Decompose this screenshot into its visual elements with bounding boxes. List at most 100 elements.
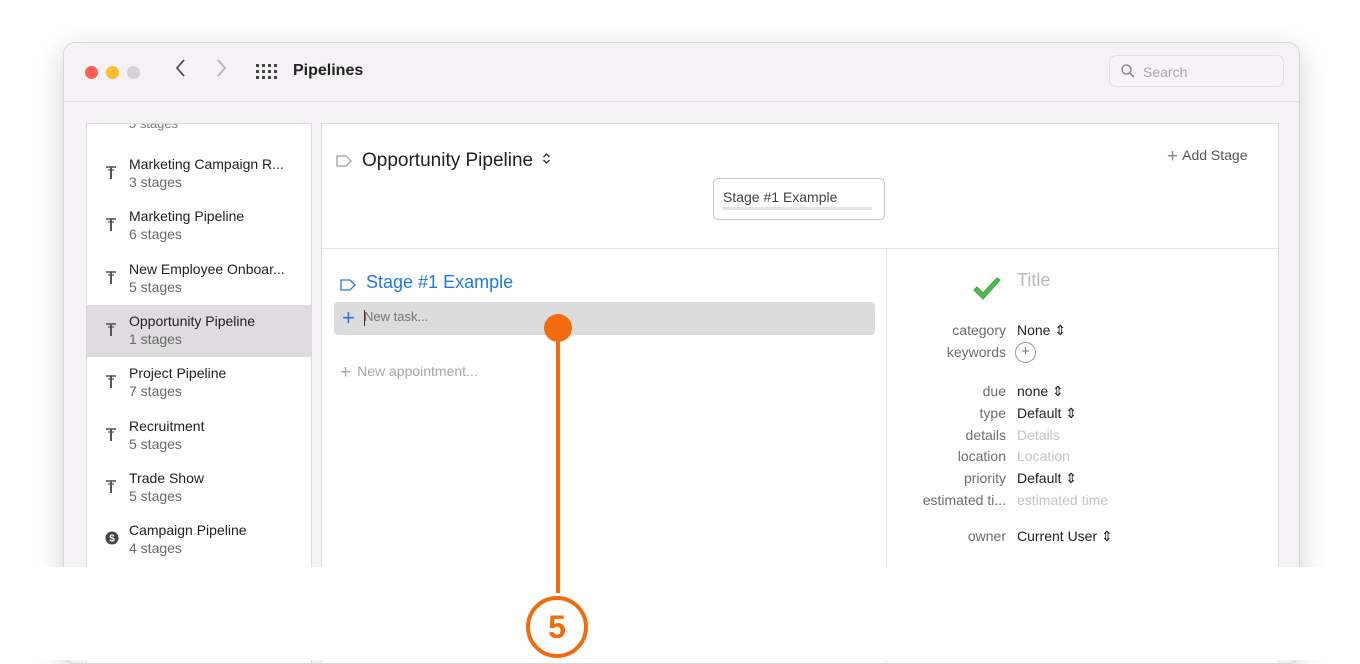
sidebar-item-stages: 3 stages — [129, 174, 182, 190]
close-window-button[interactable] — [85, 66, 98, 79]
sidebar-item-stages: 4 stages — [129, 540, 182, 557]
search-field[interactable]: Search — [1109, 55, 1284, 87]
callout-line — [556, 328, 560, 593]
sidebar-item-name: New Employee Onboar... — [129, 260, 285, 277]
category-select[interactable]: None ⇕ — [1017, 322, 1066, 339]
category-label: category — [952, 322, 1006, 338]
priority-label: priority — [963, 470, 1006, 486]
pipeline-title[interactable]: Opportunity Pipeline — [362, 150, 533, 172]
sidebar-item-name: Opportunity Pipeline — [129, 312, 256, 329]
screenshot-fade — [0, 567, 1360, 660]
sidebar-item-stages: 7 stages — [129, 383, 182, 400]
sidebar-item-name: Campaign Pipeline — [129, 522, 247, 539]
new-task-row[interactable]: + — [334, 302, 875, 335]
stage-title[interactable]: Stage #1 Example — [366, 272, 513, 293]
app-grid-icon[interactable] — [256, 64, 278, 80]
text-caret — [364, 310, 365, 326]
due-select[interactable]: none ⇕ — [1017, 383, 1064, 400]
sidebar-item-stages: 5 stages — [129, 278, 182, 295]
sidebar-item[interactable]: Marketing Campaign R... 3 stages — [87, 148, 311, 200]
due-value: none — [1017, 383, 1049, 399]
chevron-right-icon — [217, 59, 227, 77]
sidebar-item-stages: 1 stages — [129, 330, 182, 347]
updown-chevron-icon: ⇕ — [1052, 383, 1064, 399]
forward-button[interactable] — [214, 57, 228, 86]
tag-icon — [336, 155, 352, 167]
plus-icon: + — [340, 362, 352, 383]
category-value: None — [1017, 322, 1051, 338]
details-label: details — [965, 427, 1006, 443]
keywords-label: keywords — [946, 344, 1006, 360]
add-stage-label: Add Stage — [1182, 147, 1248, 163]
sidebar-item[interactable]: Opportunity Pipeline 1 stages — [87, 304, 311, 357]
callout-dot — [544, 314, 572, 342]
updown-chevron-icon: ⇕ — [1101, 528, 1113, 544]
estimated-time-label: estimated ti... — [922, 492, 1006, 508]
stage-chip[interactable]: Stage #1 Example — [713, 178, 885, 220]
plus-icon: + — [342, 305, 355, 330]
plus-icon: + — [1167, 146, 1179, 167]
search-placeholder: Search — [1143, 64, 1188, 80]
pipeline-icon — [105, 270, 117, 286]
zoom-window-button[interactable] — [127, 66, 140, 79]
updown-chevron-icon: ⇕ — [1065, 470, 1077, 486]
sidebar-item-stages: 5 stages — [129, 435, 182, 452]
stage-chip-bar — [722, 207, 872, 210]
location-label: location — [957, 448, 1006, 464]
pipeline-icon — [105, 479, 117, 495]
minimize-window-button[interactable] — [106, 66, 119, 79]
add-stage-button[interactable]: + Add Stage — [1167, 146, 1248, 168]
type-value: Default — [1017, 405, 1062, 421]
pipeline-icon — [105, 165, 117, 181]
task-title-field[interactable]: Title — [1017, 270, 1050, 291]
title-bar: Pipelines Search — [64, 43, 1299, 102]
pipeline-selector-chevron-icon[interactable] — [542, 152, 551, 168]
sidebar-item-name: Trade Show — [129, 469, 204, 486]
back-button[interactable] — [174, 57, 188, 86]
owner-label: owner — [967, 528, 1006, 544]
sidebar-item[interactable]: Trade Show 5 stages — [87, 462, 311, 514]
pipeline-icon — [105, 217, 117, 233]
dollar-icon: $ — [105, 531, 119, 547]
svg-text:$: $ — [109, 534, 115, 545]
sidebar-item-name: Recruitment — [129, 417, 205, 434]
sidebar-item-stages: 6 stages — [129, 226, 182, 243]
updown-chevron-icon: ⇕ — [1065, 405, 1077, 421]
sidebar-item-name: Project Pipeline — [129, 365, 227, 382]
sidebar-item[interactable]: New Employee Onboar... 5 stages — [87, 253, 311, 305]
sidebar-item[interactable]: Project Pipeline 7 stages — [87, 357, 311, 409]
window-title: Pipelines — [293, 62, 364, 79]
checkmark-icon[interactable] — [972, 276, 1002, 302]
pipeline-icon — [105, 427, 117, 443]
owner-select[interactable]: Current User ⇕ — [1017, 528, 1113, 545]
location-field[interactable]: Location — [1017, 448, 1070, 464]
chevron-left-icon — [175, 59, 185, 77]
search-icon — [1121, 64, 1135, 78]
stage-tag-icon — [340, 279, 356, 291]
priority-value: Default — [1017, 470, 1062, 486]
owner-value: Current User — [1017, 528, 1098, 544]
sidebar-item-name: Marketing Campaign R... — [129, 156, 284, 172]
stage-chip-label: Stage #1 Example — [723, 189, 838, 205]
updown-chevron-icon: ⇕ — [1054, 322, 1067, 338]
type-select[interactable]: Default ⇕ — [1017, 405, 1077, 422]
new-appointment-label: New appointment... — [357, 363, 478, 379]
details-field[interactable]: Details — [1017, 427, 1060, 443]
sidebar-item[interactable]: $ Campaign Pipeline 4 stages — [87, 514, 311, 566]
due-label: due — [982, 383, 1006, 399]
callout-number-badge: 5 — [526, 596, 588, 658]
estimated-time-field[interactable]: estimated time — [1017, 492, 1108, 508]
add-keyword-button[interactable]: + — [1015, 342, 1036, 363]
sidebar-item-stages: 5 stages — [129, 487, 182, 504]
pipeline-icon — [105, 374, 117, 390]
sidebar-item[interactable]: Marketing Pipeline 6 stages — [87, 200, 311, 252]
sidebar-item-name: Marketing Pipeline — [129, 208, 245, 225]
pipeline-icon — [105, 322, 117, 338]
priority-select[interactable]: Default ⇕ — [1017, 470, 1077, 487]
sidebar-item[interactable]: Recruitment 5 stages — [87, 410, 311, 462]
new-task-input[interactable] — [364, 309, 844, 324]
sidebar-item-sub: 5 stages — [129, 123, 179, 131]
type-label: type — [979, 405, 1006, 421]
new-appointment-button[interactable]: + New appointment... — [340, 362, 478, 384]
pipeline-header: Opportunity Pipeline + Add Stage Stage #1… — [322, 124, 1278, 249]
